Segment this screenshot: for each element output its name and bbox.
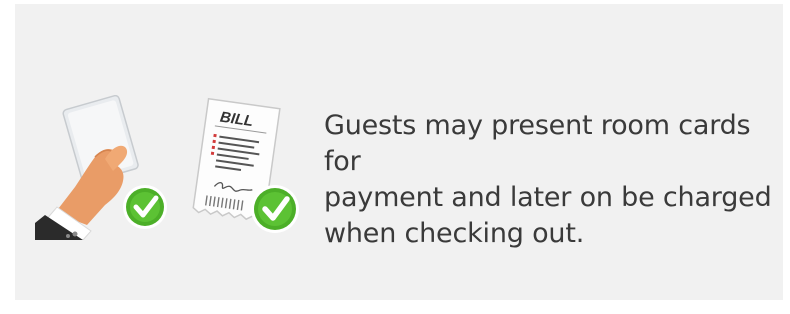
hand-holding-card-icon — [35, 95, 139, 240]
check-circle-icon — [251, 185, 299, 233]
feature-panel: BILL Guests may present room cards for p… — [15, 4, 783, 300]
feature-illustration: BILL — [35, 95, 299, 240]
check-circle-icon — [123, 185, 167, 229]
feature-caption: Guests may present room cards for paymen… — [324, 110, 772, 249]
